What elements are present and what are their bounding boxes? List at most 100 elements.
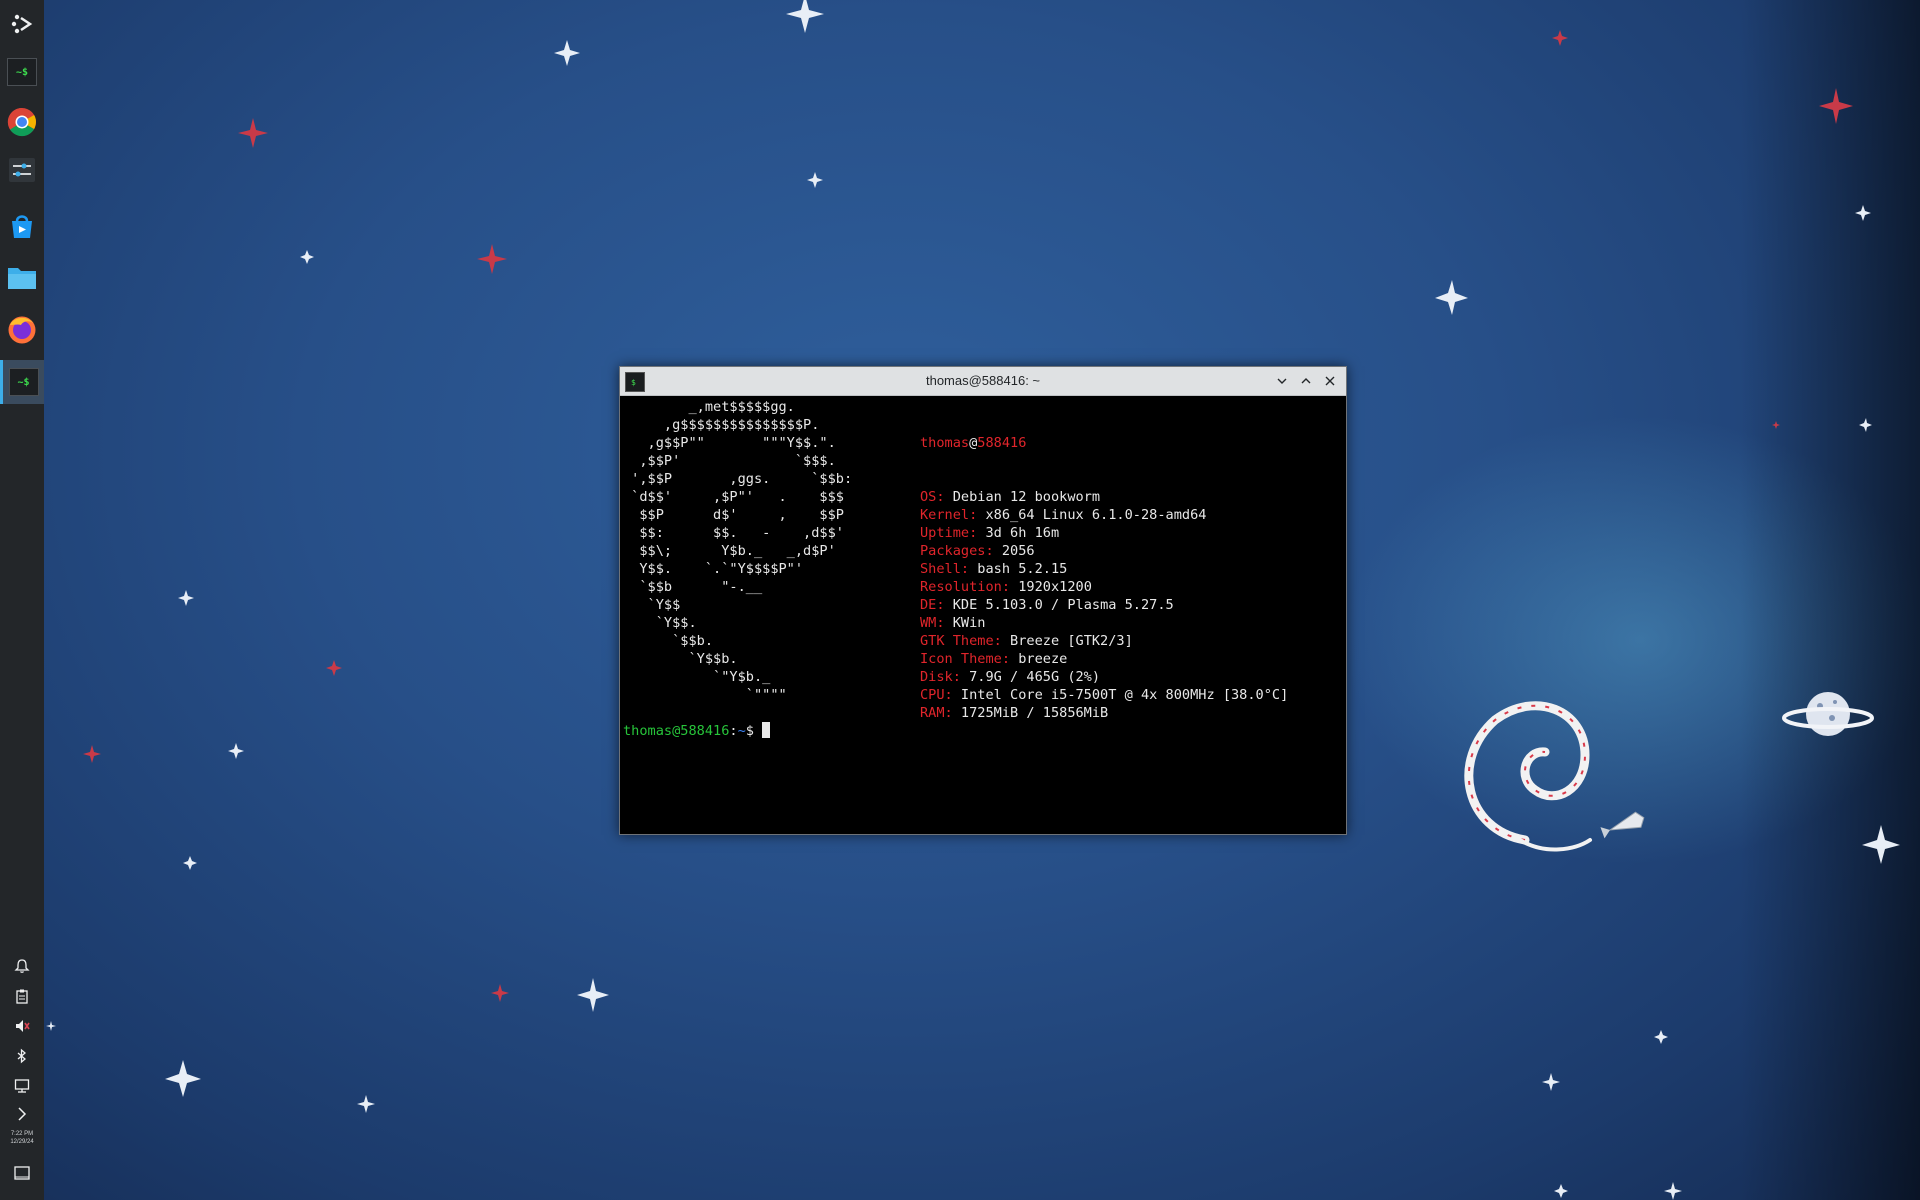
info-user: thomas — [920, 435, 970, 451]
info-row: DE: KDE 5.103.0 / Plasma 5.27.5 — [920, 596, 1288, 614]
info-value: 3d 6h 16m — [985, 525, 1060, 541]
info-label: DE: — [920, 597, 953, 613]
info-row: Kernel: x86_64 Linux 6.1.0-28-amd64 — [920, 506, 1288, 524]
info-row: OS: Debian 12 bookworm — [920, 488, 1288, 506]
konsole-launcher[interactable]: ~$ — [4, 54, 40, 90]
show-desktop-icon — [14, 1166, 30, 1180]
window-titlebar[interactable]: $ thomas@588416: ~ — [620, 367, 1346, 396]
logo-line: ,g$$P"" """Y$$.". — [623, 435, 836, 451]
firefox-icon — [8, 316, 36, 344]
expand-tray-button[interactable] — [10, 1102, 34, 1126]
file-manager-icon — [8, 268, 36, 289]
info-value: x86_64 Linux 6.1.0-28-amd64 — [985, 507, 1207, 523]
notifications-icon — [14, 959, 30, 973]
info-label: Uptime: — [920, 525, 986, 541]
info-value: 7.9G / 465G (2%) — [969, 669, 1101, 685]
info-label: Resolution: — [920, 579, 1019, 595]
konsole-icon: $ — [631, 378, 636, 387]
prompt-user-host: thomas@588416 — [623, 723, 730, 739]
konsole-active-icon: ~$ — [8, 368, 39, 396]
info-row: GTK Theme: Breeze [GTK2/3] — [920, 632, 1288, 650]
info-value: Debian 12 bookworm — [952, 489, 1101, 505]
discover-launcher[interactable] — [4, 208, 40, 244]
info-row: WM: KWin — [920, 614, 1288, 632]
logo-line: `d$$' ,$P"' . $$$ — [623, 489, 844, 505]
logo-line: $$P d$' , $$P — [623, 507, 844, 523]
window-title: thomas@588416: ~ — [925, 373, 1041, 388]
info-value: KWin — [952, 615, 986, 631]
info-value: Breeze [GTK2/3] — [1010, 633, 1133, 649]
svg-text:$: $ — [631, 378, 636, 387]
logo-line: ,$$P' `$$$. — [623, 453, 836, 469]
settings-icon — [9, 158, 35, 182]
minimize-button[interactable] — [1273, 372, 1291, 390]
info-label: Kernel: — [920, 507, 986, 523]
logo-line: $$: $$. - ,d$$' — [623, 525, 844, 541]
bluetooth-button[interactable] — [10, 1044, 34, 1068]
chrome-launcher[interactable] — [4, 104, 40, 140]
close-icon — [1325, 376, 1335, 386]
text-cursor — [762, 722, 771, 738]
prompt-colon: : — [729, 723, 738, 739]
prompt-path: ~ — [737, 723, 746, 739]
close-button[interactable] — [1321, 372, 1339, 390]
info-row: Resolution: 1920x1200 — [920, 578, 1288, 596]
volume-muted-icon — [16, 1020, 30, 1032]
planet-decoration — [1782, 692, 1874, 736]
chrome-icon — [7, 107, 36, 137]
digital-clock[interactable]: 7:22 PM 12/29/24 — [2, 1130, 42, 1146]
info-row: Shell: bash 5.2.15 — [920, 560, 1288, 578]
expand-tray-icon — [18, 1107, 27, 1121]
debian-ascii-logo: _,met$$$$$gg. ,g$$$$$$$$$$$$$$$P. ,g$$P"… — [623, 398, 852, 704]
display-icon — [14, 1079, 30, 1093]
info-value: Intel Core i5-7500T @ 4x 800MHz [38.0°C] — [960, 687, 1289, 703]
display-button[interactable] — [10, 1074, 34, 1098]
clipboard-button[interactable] — [10, 984, 34, 1008]
konsole-task-active[interactable]: ~$ — [0, 360, 44, 404]
info-value: 2056 — [1001, 543, 1035, 559]
logo-line: `$$b "-.__ — [623, 579, 763, 595]
info-row: Packages: 2056 — [920, 542, 1288, 560]
system-settings-launcher[interactable] — [4, 152, 40, 188]
info-value: bash 5.2.15 — [977, 561, 1068, 577]
logo-line: `Y$$b. — [623, 651, 738, 667]
logo-line: `"Y$b._ — [623, 669, 771, 685]
maximize-button[interactable] — [1297, 372, 1315, 390]
show-desktop-button[interactable] — [10, 1161, 34, 1185]
info-value: KDE 5.103.0 / Plasma 5.27.5 — [952, 597, 1174, 613]
logo-line: ,g$$$$$$$$$$$$$$$P. — [623, 417, 820, 433]
notifications-button[interactable] — [10, 954, 34, 978]
user-host-line: thomas@588416 — [920, 434, 1288, 452]
volume-button[interactable] — [10, 1014, 34, 1038]
application-launcher-button[interactable] — [4, 6, 40, 42]
info-value: 1725MiB / 15856MiB — [960, 705, 1109, 721]
info-row: RAM: 1725MiB / 15856MiB — [920, 704, 1288, 722]
window-app-icon[interactable]: $ — [625, 372, 645, 392]
logo-line: `Y$$ — [623, 597, 681, 613]
terminal-output[interactable]: _,met$$$$$gg. ,g$$$$$$$$$$$$$$$P. ,g$$P"… — [623, 398, 1339, 828]
file-manager-launcher[interactable] — [4, 260, 40, 296]
logo-line: ',$$P ,ggs. `$$b: — [623, 471, 853, 487]
maximize-icon — [1301, 378, 1311, 384]
konsole-window: $ thomas@588416: ~ _,met$$$$$gg. ,g$$$$$… — [619, 366, 1347, 835]
info-row: Uptime: 3d 6h 16m — [920, 524, 1288, 542]
info-label: OS: — [920, 489, 953, 505]
debian-swirl-decoration — [1464, 701, 1645, 852]
minimize-icon — [1277, 378, 1287, 384]
info-label: Packages: — [920, 543, 1002, 559]
info-label: RAM: — [920, 705, 961, 721]
logo-line: Y$$. `.`"Y$$$$P"' — [623, 561, 804, 577]
system-info: thomas@588416 OS: Debian 12 bookworm Kern… — [920, 398, 1288, 758]
application-launcher-icon — [11, 14, 33, 34]
shell-prompt[interactable]: thomas@588416:~$ — [623, 722, 771, 740]
logo-line: $$\; Y$b._ _,d$P' — [623, 543, 836, 559]
logo-line: `"""" — [623, 687, 787, 703]
info-value: breeze — [1018, 651, 1068, 667]
info-label: Icon Theme: — [920, 651, 1019, 667]
info-label: WM: — [920, 615, 953, 631]
logo-line: `$$b. — [623, 633, 714, 649]
konsole-icon: ~$ — [7, 58, 37, 86]
clock-date: 12/29/24 — [10, 1139, 34, 1145]
info-row: Disk: 7.9G / 465G (2%) — [920, 668, 1288, 686]
firefox-launcher[interactable] — [4, 312, 40, 348]
